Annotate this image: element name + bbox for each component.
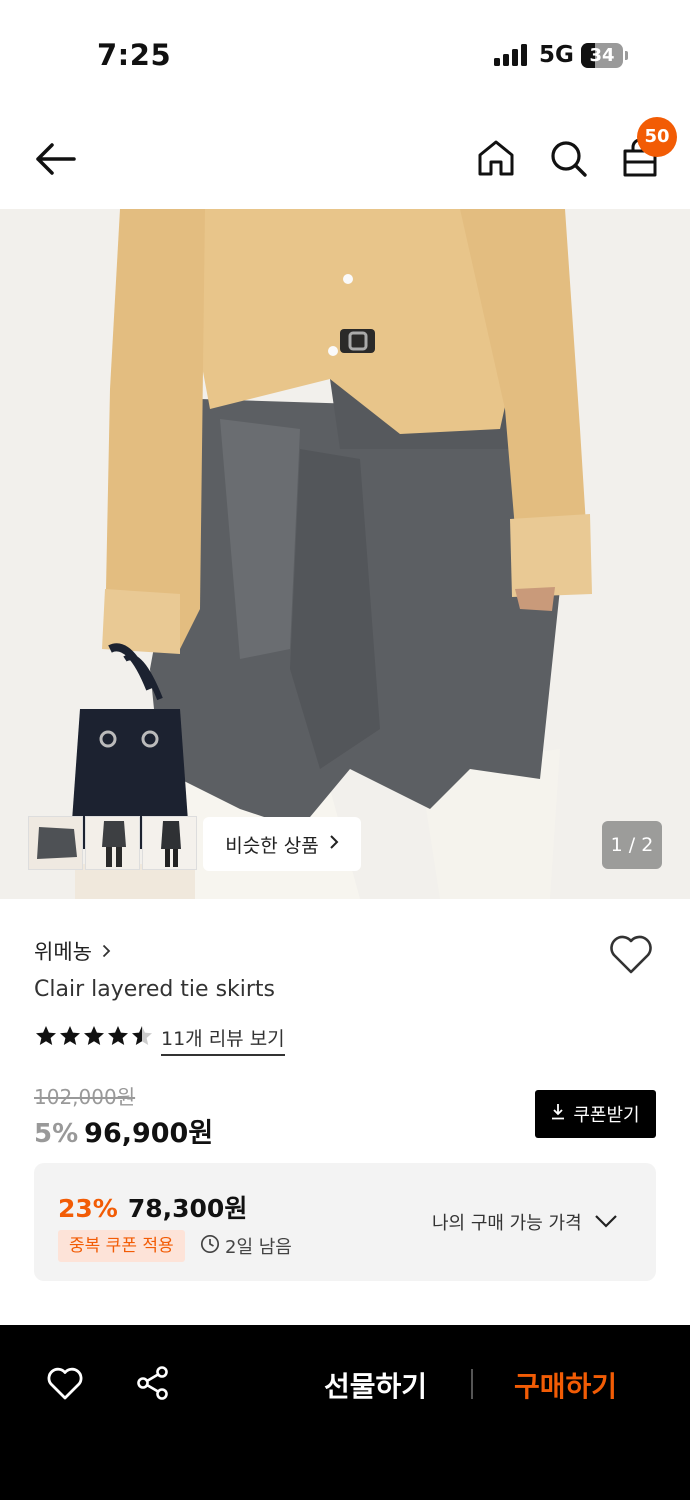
- status-time: 7:25: [97, 38, 172, 72]
- product-photo: [0, 209, 690, 899]
- my-price-toggle-label: 나의 구매 가능 가격: [432, 1213, 582, 1234]
- star-icon: [84, 1026, 104, 1045]
- chevron-right-icon: [329, 833, 339, 855]
- thumbnail-1[interactable]: [28, 816, 83, 870]
- my-price: 78,300원: [127, 1194, 248, 1223]
- chevron-right-icon: [102, 939, 111, 963]
- stacked-coupon-badge: 중복 쿠폰 적용: [58, 1230, 185, 1262]
- time-left: 2일 남음: [200, 1233, 292, 1259]
- bottom-action-bar: 선물하기 구매하기: [0, 1325, 690, 1500]
- star-icon: [108, 1026, 128, 1045]
- network-label: 5G: [539, 42, 574, 68]
- coupon-label: 쿠폰받기: [573, 1105, 640, 1126]
- clock-icon: [200, 1234, 220, 1259]
- product-image[interactable]: 비슷한 상품 1 / 2: [0, 209, 690, 899]
- battery-tip: [625, 51, 628, 60]
- star-icon: [60, 1026, 80, 1045]
- sale-price-row: 5% 96,900원: [34, 1111, 213, 1150]
- original-price: 102,000원: [34, 1085, 136, 1109]
- similar-products-label: 비슷한 상품: [225, 834, 319, 857]
- product-name: Clair layered tie skirts: [34, 977, 276, 1002]
- buy-button[interactable]: 구매하기: [514, 1365, 617, 1405]
- similar-products-button[interactable]: 비슷한 상품: [203, 817, 361, 871]
- search-icon[interactable]: [546, 136, 590, 180]
- my-price-toggle[interactable]: 나의 구매 가능 가격: [432, 1209, 618, 1235]
- signal-icon: [494, 44, 530, 66]
- cart-count-badge: 50: [637, 117, 677, 157]
- thumbnail-2[interactable]: [85, 816, 140, 870]
- sale-price: 96,900원: [84, 1118, 214, 1149]
- favorite-heart-icon[interactable]: [608, 932, 654, 976]
- download-icon: [551, 1103, 565, 1125]
- gift-button[interactable]: 선물하기: [324, 1365, 427, 1405]
- my-discount-rate: 23%: [58, 1194, 118, 1223]
- divider: [471, 1369, 473, 1399]
- time-left-label: 2일 남음: [225, 1237, 292, 1258]
- discount-rate: 5%: [34, 1119, 79, 1149]
- like-heart-icon[interactable]: [46, 1365, 84, 1401]
- chevron-down-icon: [594, 1212, 618, 1233]
- status-bar: 7:25 5G 34: [0, 0, 690, 110]
- my-price-row: 23% 78,300원: [58, 1189, 247, 1225]
- my-price-box[interactable]: 23% 78,300원 중복 쿠폰 적용 2일 남음 나의 구매 가능 가격: [34, 1163, 656, 1281]
- coupon-download-button[interactable]: 쿠폰받기: [535, 1090, 656, 1138]
- brand-name: 위메농: [34, 940, 92, 964]
- battery-icon: 34: [581, 43, 623, 68]
- battery-level: 34: [589, 45, 615, 66]
- home-icon[interactable]: [474, 136, 518, 180]
- star-icons: [36, 1026, 152, 1045]
- thumbnail-strip: [28, 816, 197, 870]
- image-page-indicator: 1 / 2: [602, 821, 662, 869]
- star-icon: [132, 1026, 152, 1045]
- star-rating: [34, 1024, 156, 1048]
- brand-link[interactable]: 위메농: [34, 936, 111, 966]
- thumbnail-3[interactable]: [142, 816, 197, 870]
- star-icon: [36, 1026, 56, 1045]
- back-arrow-icon[interactable]: [30, 136, 78, 182]
- review-link[interactable]: 11개 리뷰 보기: [161, 1024, 285, 1056]
- share-icon[interactable]: [135, 1365, 171, 1401]
